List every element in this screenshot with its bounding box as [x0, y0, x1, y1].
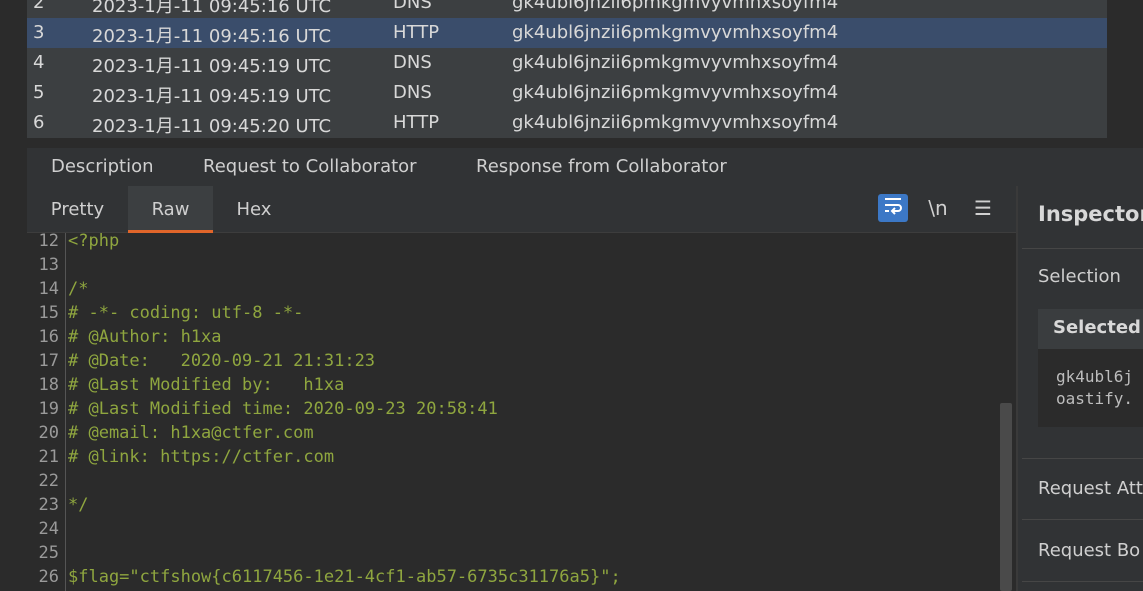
divider	[1022, 248, 1143, 249]
tab-hex[interactable]: Hex	[213, 186, 295, 230]
interactions-table: 2 2023-1月-11 09:45:16 UTC DNS gk4ubl6jnzii6…	[0, 0, 1143, 148]
message-editor: Pretty Raw Hex \n ☰ 12 <?php 13 14 /* 15 # -*-…	[27, 186, 1016, 591]
row-type: DNS	[393, 82, 432, 103]
row-number: 5	[33, 82, 45, 103]
selected-text-box: Selected gk4ubl6j oastify.	[1038, 309, 1143, 427]
row-payload: gk4ubl6jnzii6pmkgmvyvmhxsoyfm4	[512, 112, 839, 133]
selected-text-header[interactable]: Selected	[1038, 309, 1143, 349]
row-number: 3	[33, 22, 45, 43]
editor-scrollbar-thumb[interactable]	[1000, 403, 1012, 591]
selection-section[interactable]: Selection	[1038, 266, 1121, 287]
view-tabs: Pretty Raw Hex \n ☰	[27, 186, 1016, 233]
line-text: $flag="ctfshow{c6117456-1e21-4cf1-ab57-6…	[68, 567, 621, 587]
inspector-panel: Inspector Selection Selected gk4ubl6j oa…	[1016, 186, 1143, 591]
selected-text-label: Selected	[1053, 317, 1141, 338]
line-number: 26	[38, 567, 59, 587]
interactions-table-body: 2 2023-1月-11 09:45:16 UTC DNS gk4ubl6jnzii6…	[27, 0, 1107, 138]
row-type: HTTP	[393, 22, 440, 43]
show-newlines-button[interactable]: \n	[923, 194, 953, 222]
line-text: # @Last Modified by: h1xa	[68, 375, 345, 395]
line-number: 14	[38, 279, 59, 299]
row-payload: gk4ubl6jnzii6pmkgmvyvmhxsoyfm4	[512, 82, 839, 103]
row-number: 6	[33, 112, 45, 133]
table-row[interactable]: 4 2023-1月-11 09:45:19 UTC DNS gk4ubl6jnzii6…	[27, 48, 1107, 78]
table-row[interactable]: 6 2023-1月-11 09:45:20 UTC HTTP gk4ubl6jnzii…	[27, 108, 1107, 138]
request-body-section[interactable]: Request Bo	[1038, 540, 1140, 561]
line-number: 12	[38, 233, 59, 251]
table-row[interactable]: 3 2023-1月-11 09:45:16 UTC HTTP gk4ubl6jnzii…	[27, 18, 1107, 48]
detail-tabs: Description Request to Collaborator Resp…	[27, 148, 1143, 189]
line-number: 25	[38, 543, 59, 563]
tab-request-to-collaborator[interactable]: Request to Collaborator	[180, 148, 440, 189]
row-type: HTTP	[393, 112, 440, 133]
row-payload: gk4ubl6jnzii6pmkgmvyvmhxsoyfm4	[512, 0, 839, 13]
editor-scrollbar[interactable]	[999, 233, 1013, 591]
selected-value-line-2: oastify.	[1056, 389, 1134, 408]
wrap-lines-glyph	[885, 198, 902, 215]
table-row[interactable]: 5 2023-1月-11 09:45:19 UTC DNS gk4ubl6jnzii6…	[27, 78, 1107, 108]
divider	[1022, 458, 1143, 459]
line-text: # @Author: h1xa	[68, 327, 222, 347]
table-scroll-track[interactable]	[1107, 0, 1143, 138]
row-time: 2023-1月-11 09:45:20 UTC	[92, 116, 332, 137]
wrap-lines-icon[interactable]	[878, 194, 908, 222]
row-time: 2023-1月-11 09:45:16 UTC	[92, 26, 332, 47]
line-text: # @Last Modified time: 2020-09-23 20:58:…	[68, 399, 498, 419]
selected-value-line-1: gk4ubl6j	[1056, 367, 1134, 386]
line-number: 24	[38, 519, 59, 539]
line-number: 23	[38, 495, 59, 515]
row-payload: gk4ubl6jnzii6pmkgmvyvmhxsoyfm4	[512, 52, 839, 73]
raw-request-content[interactable]: 12 <?php 13 14 /* 15 # -*- coding: utf-8 -*- 16…	[27, 233, 997, 591]
row-payload: gk4ubl6jnzii6pmkgmvyvmhxsoyfm4	[512, 22, 839, 43]
line-text: # @link: https://ctfer.com	[68, 447, 335, 467]
line-number: 17	[38, 351, 59, 371]
line-number: 20	[38, 423, 59, 443]
detail-pane: Description Request to Collaborator Resp…	[27, 148, 1143, 591]
line-number: 13	[38, 255, 59, 275]
line-text: # @email: h1xa@ctfer.com	[68, 423, 314, 443]
line-text: */	[68, 495, 89, 515]
request-attributes-section[interactable]: Request Att	[1038, 478, 1143, 499]
line-text: /*	[68, 279, 89, 299]
tab-response-from-collaborator[interactable]: Response from Collaborator	[476, 148, 727, 186]
line-number: 16	[38, 327, 59, 347]
line-text: <?php	[68, 233, 120, 251]
tab-pretty[interactable]: Pretty	[27, 186, 128, 230]
row-type: DNS	[393, 0, 432, 13]
line-number: 19	[38, 399, 59, 419]
tab-raw[interactable]: Raw	[128, 186, 213, 233]
tab-description[interactable]: Description	[51, 148, 154, 186]
line-number: 22	[38, 471, 59, 491]
table-row[interactable]: 2 2023-1月-11 09:45:16 UTC DNS gk4ubl6jnzii6…	[27, 0, 1107, 18]
line-number: 21	[38, 447, 59, 467]
row-number: 4	[33, 52, 45, 73]
row-time: 2023-1月-11 09:45:19 UTC	[92, 86, 332, 107]
line-text: # @Date: 2020-09-21 21:31:23	[68, 351, 376, 371]
line-text: # -*- coding: utf-8 -*-	[68, 303, 304, 323]
row-time: 2023-1月-11 09:45:19 UTC	[92, 56, 332, 77]
hamburger-menu-icon[interactable]: ☰	[968, 194, 998, 222]
row-type: DNS	[393, 52, 432, 73]
line-number: 15	[38, 303, 59, 323]
inspector-title: Inspector	[1038, 202, 1143, 226]
divider	[1022, 519, 1143, 520]
row-time: 2023-1月-11 09:45:16 UTC	[92, 0, 332, 17]
row-number: 2	[33, 0, 45, 13]
divider	[1022, 581, 1143, 582]
line-number: 18	[38, 375, 59, 395]
